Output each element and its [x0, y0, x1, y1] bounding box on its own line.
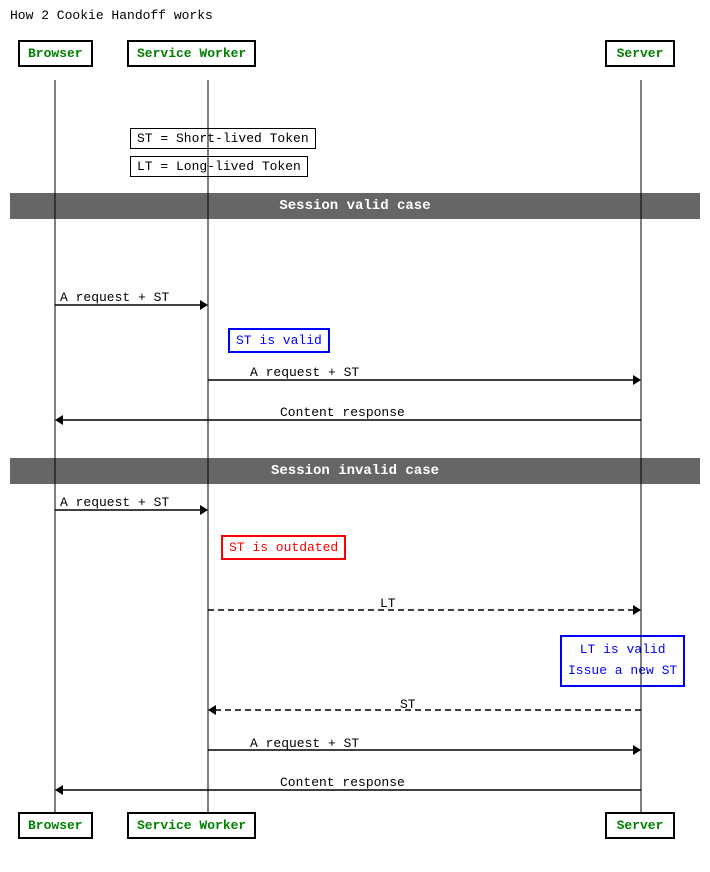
st-valid-text: ST is valid [236, 333, 322, 348]
st-outdated-text: ST is outdated [229, 540, 338, 555]
req2-label: A request + ST [250, 365, 359, 380]
resp2-label: Content response [280, 775, 405, 790]
sw-box-bottom: Service Worker [127, 812, 256, 839]
req3-label: A request + ST [60, 495, 169, 510]
lt-definition: LT = Long-lived Token [130, 156, 308, 177]
server-label-top: Server [617, 46, 664, 61]
browser-box-top: Browser [18, 40, 93, 67]
server-box-top: Server [605, 40, 675, 67]
st-def-text: ST = Short-lived Token [137, 131, 309, 146]
diagram-title: How 2 Cookie Handoff works [10, 8, 213, 23]
resp1-label: Content response [280, 405, 405, 420]
diagram: How 2 Cookie Handoff works Browser Servi… [0, 0, 710, 872]
st-msg-label: ST [400, 697, 416, 712]
sw-label-top: Service Worker [137, 46, 246, 61]
invalid-section-label: Session invalid case [271, 463, 439, 479]
req4-label: A request + ST [250, 736, 359, 751]
sw-label-bottom: Service Worker [137, 818, 246, 833]
server-label-bottom: Server [617, 818, 664, 833]
st-definition: ST = Short-lived Token [130, 128, 316, 149]
req1-label: A request + ST [60, 290, 169, 305]
valid-section-label: Session valid case [279, 198, 430, 214]
session-invalid-header: Session invalid case [10, 458, 700, 484]
sw-box-top: Service Worker [127, 40, 256, 67]
st-outdated-note: ST is outdated [221, 535, 346, 560]
browser-label-top: Browser [28, 46, 83, 61]
lt-valid-text: LT is validIssue a new ST [568, 642, 677, 678]
lt-valid-note: LT is validIssue a new ST [560, 635, 685, 687]
session-valid-header: Session valid case [10, 193, 700, 219]
browser-label-bottom: Browser [28, 818, 83, 833]
server-box-bottom: Server [605, 812, 675, 839]
st-valid-note: ST is valid [228, 328, 330, 353]
lt-msg-label: LT [380, 596, 396, 611]
browser-box-bottom: Browser [18, 812, 93, 839]
lt-def-text: LT = Long-lived Token [137, 159, 301, 174]
